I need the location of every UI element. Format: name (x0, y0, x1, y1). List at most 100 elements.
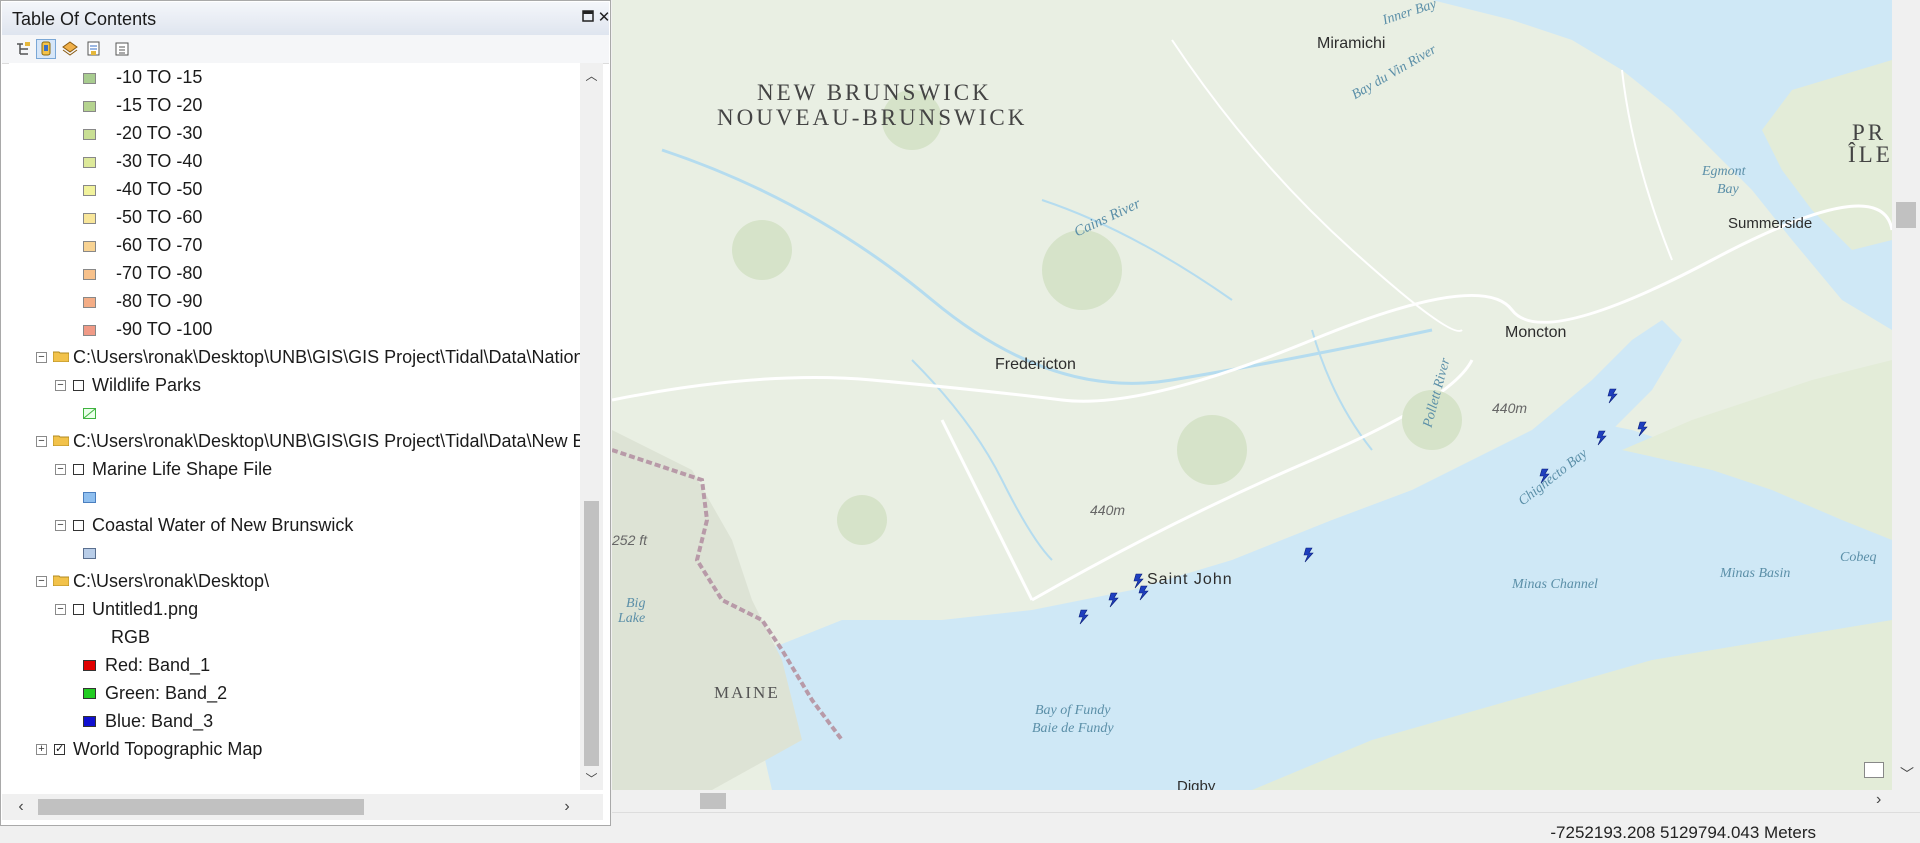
scroll-thumb[interactable] (38, 799, 364, 815)
status-bar: -7252193.208 5129794.043 Meters (612, 812, 1920, 842)
rgb-label: RGB (111, 627, 151, 647)
water-label-minas-channel: Minas Channel (1512, 577, 1598, 592)
legend-class-label: -80 TO -90 (116, 291, 203, 311)
data-source-folder-new-brunswick[interactable]: − C:\Users\ronak\Desktop\UNB\GIS\GIS Pro… (9, 428, 580, 454)
legend-class-label: -30 TO -40 (116, 151, 203, 171)
water-label-cobeq: Cobeq (1840, 550, 1877, 565)
map-coordinates-readout: -7252193.208 5129794.043 Meters (1550, 823, 1816, 842)
scroll-left-icon[interactable]: ‹ (12, 797, 30, 817)
map-view[interactable]: NEW BRUNSWICK NOUVEAU-BRUNSWICK Miramich… (612, 0, 1892, 790)
city-label-fredericton: Fredericton (995, 356, 1076, 373)
legend-swatch (83, 157, 96, 168)
scroll-thumb[interactable] (1896, 202, 1916, 228)
band-label: Red: Band_1 (105, 655, 211, 675)
layer-visibility-checkbox[interactable] (73, 604, 84, 615)
scroll-up-icon[interactable]: ︿ (584, 67, 599, 85)
list-by-source-icon[interactable] (36, 39, 56, 59)
options-icon[interactable] (112, 39, 132, 59)
map-vertical-scrollbar[interactable]: ﹀ (1892, 0, 1920, 790)
collapse-icon[interactable]: − (36, 436, 47, 447)
band-green-row: Green: Band_2 (9, 680, 309, 706)
elevation-label: 440m (1090, 502, 1126, 518)
map-horizontal-scrollbar[interactable]: › (612, 790, 1920, 812)
layer-visibility-checkbox[interactable] (73, 380, 84, 391)
collapse-icon[interactable]: − (55, 520, 66, 531)
layer-coastal-water[interactable]: − Coastal Water of New Brunswick (9, 512, 580, 538)
list-by-visibility-icon[interactable] (60, 39, 80, 59)
legend-class-label: -90 TO -100 (116, 319, 213, 339)
toc-title: Table Of Contents (12, 9, 157, 29)
scroll-down-icon[interactable]: ﹀ (584, 770, 599, 788)
layer-symbol-row (9, 484, 209, 510)
blue-band-swatch (83, 716, 96, 727)
expand-icon[interactable]: + (36, 744, 47, 755)
toc-horizontal-scrollbar[interactable]: ‹ › (2, 794, 603, 820)
rgb-label-row: RGB (9, 624, 209, 650)
water-label-minas-basin: Minas Basin (1720, 566, 1791, 581)
layer-name: Untitled1.png (92, 599, 199, 619)
lake-label-big: Big (626, 596, 646, 611)
layer-visibility-checkbox[interactable] (73, 520, 84, 531)
legend-class-row: -20 TO -30 (9, 120, 309, 146)
legend-class-row: -60 TO -70 (9, 232, 309, 258)
layer-world-topographic-map[interactable]: + ✓ World Topographic Map (9, 736, 580, 762)
scroll-right-icon[interactable]: › (558, 797, 576, 817)
layer-untitled-png[interactable]: − Untitled1.png (9, 596, 580, 622)
folder-icon (53, 351, 69, 362)
legend-class-label: -10 TO -15 (116, 67, 203, 87)
map-tips-icon[interactable] (1864, 762, 1884, 778)
scroll-thumb[interactable] (584, 501, 599, 766)
close-icon[interactable]: ✕ (594, 8, 614, 28)
layer-marine-life[interactable]: − Marine Life Shape File (9, 456, 580, 482)
list-by-selection-icon[interactable] (84, 39, 104, 59)
scroll-right-icon[interactable]: › (1876, 791, 1881, 809)
collapse-icon[interactable]: − (55, 604, 66, 615)
red-band-swatch (83, 660, 96, 671)
toc-layer-list[interactable]: -10 TO -15 -15 TO -20 -20 TO -30 -30 TO … (9, 63, 580, 790)
legend-swatch (83, 185, 96, 196)
data-source-folder-desktop[interactable]: − C:\Users\ronak\Desktop\ (9, 568, 580, 594)
toc-vertical-scrollbar[interactable]: ︿ ﹀ (580, 63, 603, 790)
layer-wildlife-parks[interactable]: − Wildlife Parks (9, 372, 580, 398)
collapse-icon[interactable]: − (55, 464, 66, 475)
city-label-miramichi: Miramichi (1317, 35, 1386, 52)
legend-class-label: -15 TO -20 (116, 95, 203, 115)
legend-class-row: -80 TO -90 (9, 288, 309, 314)
folder-path: C:\Users\ronak\Desktop\ (73, 571, 270, 591)
legend-class-row: -50 TO -60 (9, 204, 309, 230)
list-by-drawing-order-icon[interactable] (14, 39, 34, 59)
folder-icon (53, 575, 69, 586)
lake-label-lake: Lake (618, 611, 646, 626)
legend-swatch (83, 241, 96, 252)
collapse-icon[interactable]: − (36, 352, 47, 363)
province-label-fr: NOUVEAU-BRUNSWICK (717, 105, 1028, 130)
data-source-folder-national[interactable]: − C:\Users\ronak\Desktop\UNB\GIS\GIS Pro… (9, 344, 580, 370)
layer-symbol-row (9, 400, 209, 426)
collapse-icon[interactable]: − (55, 380, 66, 391)
city-label-digby: Digby (1177, 778, 1216, 790)
legend-swatch (83, 213, 96, 224)
layer-visibility-checkbox[interactable] (73, 464, 84, 475)
scroll-down-icon[interactable]: ﹀ (1900, 764, 1914, 784)
collapse-icon[interactable]: − (36, 576, 47, 587)
layer-symbol-row (9, 540, 209, 566)
legend-swatch (83, 101, 96, 112)
legend-swatch (83, 269, 96, 280)
legend-class-label: -60 TO -70 (116, 235, 203, 255)
legend-class-label: -20 TO -30 (116, 123, 203, 143)
folder-path: C:\Users\ronak\Desktop\UNB\GIS\GIS Proje… (73, 431, 580, 451)
green-band-swatch (83, 688, 96, 699)
band-red-row: Red: Band_1 (9, 652, 309, 678)
water-label-baie-de-fundy: Baie de Fundy (1032, 721, 1114, 736)
layer-visibility-checkbox[interactable]: ✓ (54, 744, 65, 755)
legend-swatch (83, 297, 96, 308)
legend-swatch (83, 325, 96, 336)
legend-class-row: -10 TO -15 (9, 64, 309, 90)
toc-toolbar (2, 35, 609, 64)
water-label-egmont: Egmont (1702, 164, 1746, 179)
legend-swatch (83, 73, 96, 84)
city-label-saint-john: Saint John (1147, 571, 1233, 588)
toc-title-bar[interactable]: Table Of Contents ✕ (2, 2, 610, 36)
band-label: Blue: Band_3 (105, 711, 214, 731)
scroll-thumb[interactable] (700, 793, 726, 809)
